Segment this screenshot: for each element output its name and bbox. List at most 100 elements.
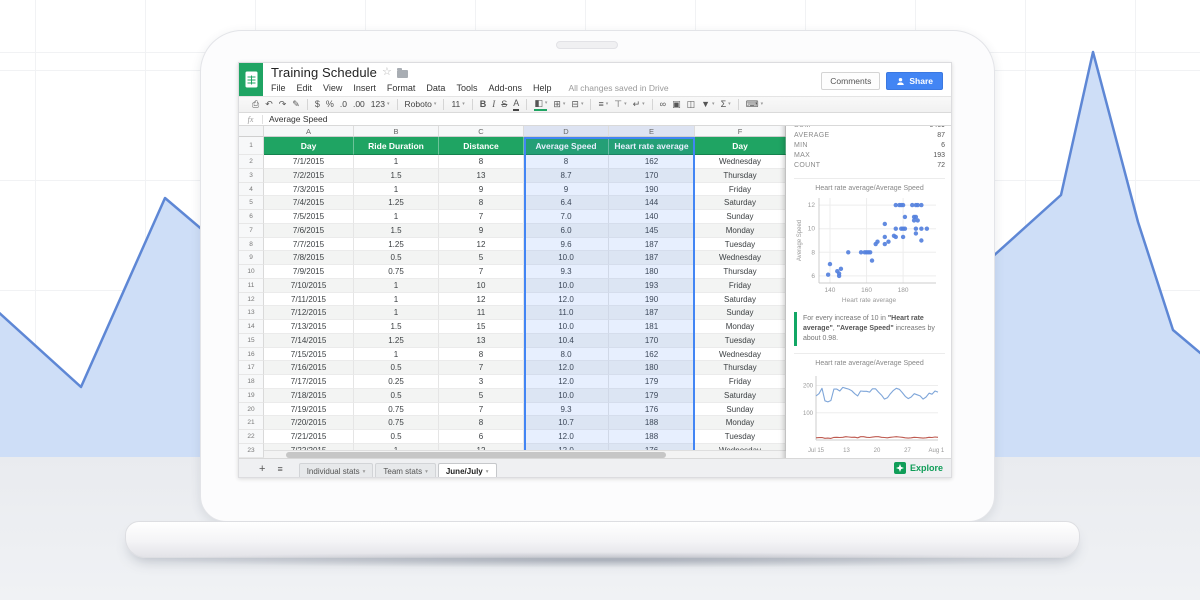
cell[interactable]: 7/16/2015 <box>264 361 354 375</box>
column-header-C[interactable]: C <box>439 126 524 137</box>
cell[interactable]: 162 <box>609 348 695 362</box>
insert-chart-icon[interactable]: ◫ <box>687 97 696 112</box>
cell[interactable]: 145 <box>609 224 695 238</box>
paint-format-icon[interactable]: ✎ <box>292 97 300 112</box>
row-header-5[interactable]: 5 <box>239 196 264 210</box>
menu-format[interactable]: Format <box>387 83 416 93</box>
sheets-logo[interactable] <box>239 63 263 96</box>
currency-format-icon[interactable]: $ <box>315 97 320 112</box>
cell[interactable]: 9 <box>439 183 524 197</box>
row-header-8[interactable]: 8 <box>239 238 264 252</box>
cell[interactable]: 179 <box>609 375 695 389</box>
row-header-4[interactable]: 4 <box>239 183 264 197</box>
cell[interactable]: 0.75 <box>354 416 439 430</box>
cell[interactable]: 187 <box>609 251 695 265</box>
font-family-select[interactable]: Roboto▾ <box>405 97 437 112</box>
cell[interactable]: 8.0 <box>524 348 609 362</box>
all-sheets-button[interactable]: ≡ <box>277 465 282 474</box>
cell[interactable]: 9.3 <box>524 265 609 279</box>
menu-help[interactable]: Help <box>533 83 552 93</box>
row-header-14[interactable]: 14 <box>239 320 264 334</box>
cell[interactable]: 8 <box>439 196 524 210</box>
cell[interactable]: 187 <box>609 238 695 252</box>
folder-icon[interactable] <box>397 70 408 78</box>
cell[interactable]: 7.0 <box>524 210 609 224</box>
cell[interactable]: 10 <box>439 279 524 293</box>
row-header-23[interactable]: 23 <box>239 444 264 458</box>
cell[interactable]: 6 <box>439 430 524 444</box>
cell[interactable]: 7/20/2015 <box>264 416 354 430</box>
cell[interactable]: Thursday <box>695 265 786 279</box>
cell[interactable]: Tuesday <box>695 430 786 444</box>
text-wrap-icon[interactable]: ↵▾ <box>633 97 645 112</box>
cell[interactable]: 7/9/2015 <box>264 265 354 279</box>
cell[interactable]: Day <box>695 137 786 155</box>
cell[interactable]: 1.5 <box>354 169 439 183</box>
cell[interactable]: 9.3 <box>524 403 609 417</box>
line-chart[interactable]: 100200Jul 15132027Aug 15Day <box>794 368 944 458</box>
increase-decimal-icon[interactable]: .00 <box>353 97 365 112</box>
row-header-1[interactable]: 1 <box>239 137 264 155</box>
row-header-21[interactable]: 21 <box>239 416 264 430</box>
vertical-align-icon[interactable]: ⊤▾ <box>614 97 626 112</box>
cell[interactable]: 5 <box>439 389 524 403</box>
menu-insert[interactable]: Insert <box>353 83 376 93</box>
cell[interactable]: 7/6/2015 <box>264 224 354 238</box>
cell[interactable]: 6.0 <box>524 224 609 238</box>
cell[interactable]: 15 <box>439 320 524 334</box>
cell[interactable]: 7/21/2015 <box>264 430 354 444</box>
cell[interactable]: Thursday <box>695 361 786 375</box>
row-header-3[interactable]: 3 <box>239 169 264 183</box>
cell[interactable]: 12 <box>439 238 524 252</box>
cell[interactable]: Tuesday <box>695 334 786 348</box>
row-header-18[interactable]: 18 <box>239 375 264 389</box>
cell[interactable]: Monday <box>695 416 786 430</box>
cell[interactable]: Saturday <box>695 196 786 210</box>
cell[interactable]: 7/15/2015 <box>264 348 354 362</box>
cell[interactable]: 12.0 <box>524 361 609 375</box>
cell[interactable]: Day <box>264 137 354 155</box>
cell[interactable]: 10.7 <box>524 416 609 430</box>
sheet-tab-june-july[interactable]: June/July▾ <box>438 463 497 478</box>
row-header-7[interactable]: 7 <box>239 224 264 238</box>
row-header-2[interactable]: 2 <box>239 155 264 169</box>
scatter-chart[interactable]: 140160180681012Heart rate averageAverage… <box>794 193 944 305</box>
cell[interactable]: 11.0 <box>524 306 609 320</box>
cell[interactable]: 1 <box>354 306 439 320</box>
cell[interactable]: 7/7/2015 <box>264 238 354 252</box>
cell[interactable]: 190 <box>609 183 695 197</box>
cell[interactable]: 7/2/2015 <box>264 169 354 183</box>
cell[interactable]: 12 <box>439 293 524 307</box>
cell[interactable]: 0.25 <box>354 375 439 389</box>
column-header-B[interactable]: B <box>354 126 439 137</box>
cell[interactable]: 1 <box>354 155 439 169</box>
cell[interactable]: Sunday <box>695 306 786 320</box>
text-color-icon[interactable]: A <box>513 98 519 111</box>
functions-icon[interactable]: Σ▾ <box>721 97 731 112</box>
cell[interactable]: Friday <box>695 279 786 293</box>
cell[interactable]: 7/5/2015 <box>264 210 354 224</box>
cell[interactable]: 10.4 <box>524 334 609 348</box>
cell[interactable]: 10.0 <box>524 320 609 334</box>
sheet-tab-individual-stats[interactable]: Individual stats▾ <box>299 463 374 478</box>
explore-button[interactable]: Explore <box>894 462 943 474</box>
column-header-F[interactable]: F <box>695 126 786 137</box>
cell[interactable]: 10.0 <box>524 279 609 293</box>
cell[interactable]: 1.25 <box>354 334 439 348</box>
undo-icon[interactable]: ↶ <box>265 97 273 112</box>
comments-button[interactable]: Comments <box>821 72 880 90</box>
cell[interactable]: 188 <box>609 416 695 430</box>
bold-icon[interactable]: B <box>480 97 487 112</box>
insert-comment-icon[interactable]: ▣ <box>672 97 681 112</box>
cell[interactable]: 140 <box>609 210 695 224</box>
cell[interactable]: 1 <box>354 293 439 307</box>
cell[interactable]: 7/17/2015 <box>264 375 354 389</box>
cell[interactable]: 1.5 <box>354 320 439 334</box>
star-icon[interactable]: ☆ <box>382 67 392 78</box>
menu-data[interactable]: Data <box>426 83 445 93</box>
cell[interactable]: 190 <box>609 293 695 307</box>
row-header-9[interactable]: 9 <box>239 251 264 265</box>
row-header-12[interactable]: 12 <box>239 293 264 307</box>
cell[interactable]: Monday <box>695 320 786 334</box>
row-header-17[interactable]: 17 <box>239 361 264 375</box>
